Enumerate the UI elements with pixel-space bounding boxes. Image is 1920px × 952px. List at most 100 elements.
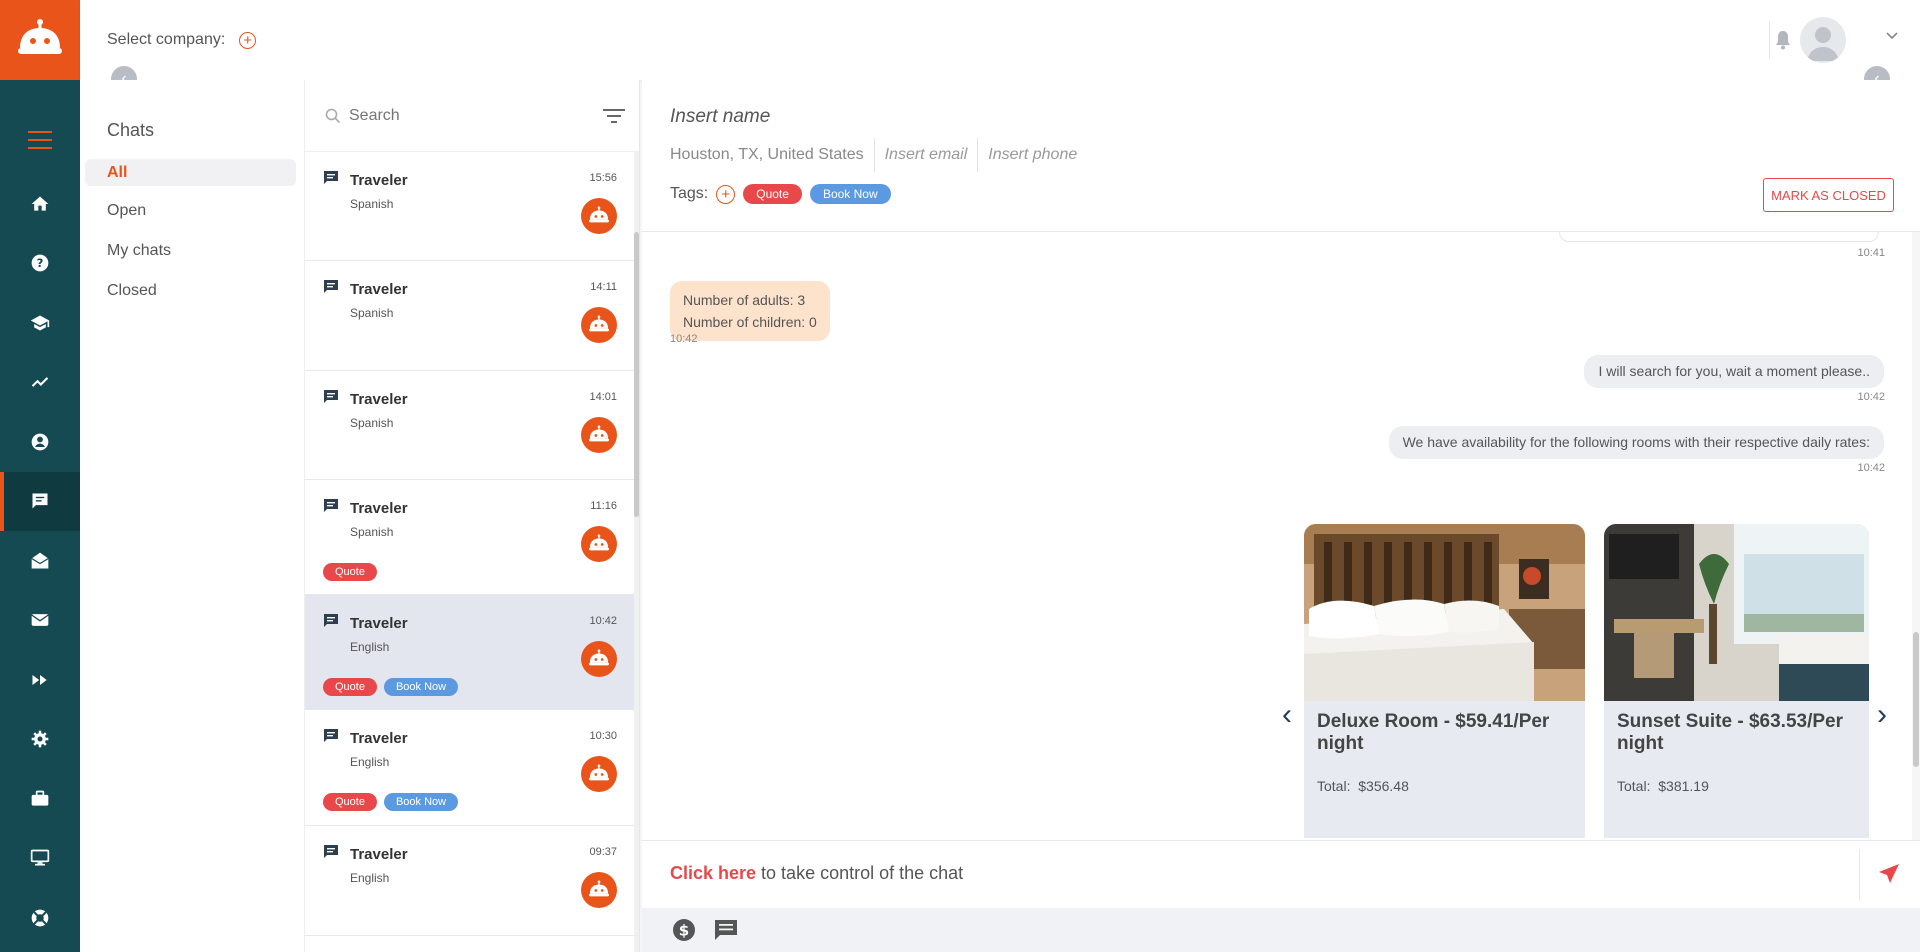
nav-account[interactable] xyxy=(0,412,80,472)
list-scrollbar[interactable] xyxy=(634,152,639,952)
contact-info: Insert name Houston, TX, United States I… xyxy=(642,80,1920,232)
filter-all[interactable]: All xyxy=(85,159,296,186)
svg-text:$: $ xyxy=(679,922,689,940)
send-icon[interactable] xyxy=(1878,863,1900,885)
contact-name-field[interactable]: Insert name xyxy=(670,106,770,128)
hamburger-icon xyxy=(28,131,52,149)
nav-mail[interactable] xyxy=(0,591,80,651)
conversation-item[interactable]: Traveler English 10:42 Quote Book Now xyxy=(305,595,635,710)
conversation-tags: Quote xyxy=(323,563,377,581)
composer-toolbar: $ xyxy=(642,908,1920,952)
graduation-cap-icon xyxy=(30,315,50,331)
conversation-item[interactable]: Traveler Spanish 14:01 xyxy=(305,371,635,480)
chat-filters-panel: Chats All Open My chats Closed xyxy=(80,80,305,952)
chat-bubble-icon xyxy=(324,390,338,403)
take-control-text: to take control of the chat xyxy=(756,863,964,883)
settings-icon xyxy=(31,730,49,748)
thread-scrollbar[interactable] xyxy=(1912,232,1920,840)
analytics-icon xyxy=(31,377,49,388)
carousel-next-icon[interactable]: › xyxy=(1877,700,1887,730)
list-scrollbar-thumb[interactable] xyxy=(634,232,639,517)
dollar-icon[interactable]: $ xyxy=(672,918,696,942)
help-icon: ? xyxy=(31,254,49,272)
thread-scrollbar-thumb[interactable] xyxy=(1913,632,1919,767)
tag-quote[interactable]: Quote xyxy=(743,184,802,204)
nav-inbox[interactable] xyxy=(0,531,80,591)
user-avatar[interactable] xyxy=(1800,17,1846,63)
message-timestamp: 10:42 xyxy=(1857,391,1885,403)
nav-analytics[interactable] xyxy=(0,353,80,413)
incoming-message: Number of adults: 3 Number of children: … xyxy=(670,281,830,341)
conversation-name: Traveler xyxy=(350,615,408,632)
conversation-language: Spanish xyxy=(350,525,394,539)
chat-panel: Insert name Houston, TX, United States I… xyxy=(642,80,1920,952)
conversation-name: Traveler xyxy=(350,281,408,298)
mail-icon xyxy=(31,614,49,627)
nav-web[interactable] xyxy=(0,829,80,889)
menu-toggle[interactable] xyxy=(0,106,80,174)
chat-bubble-icon xyxy=(324,614,338,627)
room-card[interactable]: Sunset Suite - $63.53/Per night Total: $… xyxy=(1604,524,1869,838)
nav-help[interactable]: ? xyxy=(0,234,80,294)
chat-bubble-icon xyxy=(324,280,338,293)
conversation-time: 10:42 xyxy=(589,615,617,627)
add-tag-icon[interactable]: + xyxy=(716,184,736,204)
select-company-label: Select company: xyxy=(107,31,226,48)
bot-icon xyxy=(589,315,609,332)
nav-automation[interactable] xyxy=(0,650,80,710)
take-control-link[interactable]: Click here xyxy=(670,863,756,883)
nav-home[interactable] xyxy=(0,174,80,234)
tag-book-now[interactable]: Book Now xyxy=(809,184,891,204)
notifications-bell-icon[interactable] xyxy=(1774,30,1792,50)
nav-training[interactable] xyxy=(0,293,80,353)
conversation-time: 10:30 xyxy=(589,730,617,742)
bot-logo[interactable] xyxy=(0,0,80,80)
chevron-down-icon[interactable] xyxy=(1886,32,1898,40)
room-total: Total: $381.19 xyxy=(1617,778,1709,794)
filter-open[interactable]: Open xyxy=(107,202,146,220)
nav-settings[interactable] xyxy=(0,710,80,770)
conversation-item[interactable]: Traveler English 09:37 xyxy=(305,826,635,936)
conversation-item[interactable]: Traveler Spanish 15:56 xyxy=(305,152,635,261)
filter-my-chats[interactable]: My chats xyxy=(107,242,171,260)
filter-icon[interactable] xyxy=(603,108,625,124)
nav-business[interactable] xyxy=(0,769,80,829)
tag-book-now: Book Now xyxy=(383,678,459,696)
chat-bubble-icon xyxy=(324,845,338,858)
conversation-name: Traveler xyxy=(350,172,408,189)
conversation-tags: Quote Book Now xyxy=(323,793,459,811)
contact-email-field[interactable]: Insert email xyxy=(885,146,968,164)
carousel-prev-icon[interactable]: ‹ xyxy=(1282,700,1292,730)
contact-phone-field[interactable]: Insert phone xyxy=(988,146,1077,164)
add-company-icon[interactable]: + xyxy=(239,31,257,49)
search-input[interactable] xyxy=(349,106,569,125)
tags-label: Tags: xyxy=(670,185,709,202)
nav-chats[interactable] xyxy=(0,471,80,531)
message-timestamp: 10:42 xyxy=(670,333,698,345)
tag-quote: Quote xyxy=(323,793,377,811)
conversation-language: English xyxy=(350,755,390,769)
mark-as-closed-button[interactable]: MARK AS CLOSED xyxy=(1763,178,1894,212)
conversation-language: Spanish xyxy=(350,306,394,320)
room-card[interactable]: Deluxe Room - $59.41/Per night Total: $3… xyxy=(1304,524,1585,838)
bot-avatar xyxy=(581,872,617,908)
conversation-item[interactable]: Traveler English 10:30 Quote Book Now xyxy=(305,710,635,826)
room-photo-deluxe xyxy=(1304,524,1585,701)
message-timestamp: 10:41 xyxy=(1857,247,1885,259)
nav-support[interactable] xyxy=(0,888,80,948)
conversation-language: English xyxy=(350,871,390,885)
room-title: Sunset Suite - $63.53/Per night xyxy=(1617,711,1843,754)
left-nav-rail: ? xyxy=(0,0,80,952)
contact-details-row: Houston, TX, United States Insert email … xyxy=(670,138,1077,172)
conversation-item[interactable]: Traveler Spanish 14:11 xyxy=(305,261,635,371)
bot-avatar xyxy=(581,641,617,677)
comment-icon[interactable] xyxy=(714,919,738,941)
room-total: Total: $356.48 xyxy=(1317,778,1409,794)
conversation-name: Traveler xyxy=(350,391,408,408)
app: ? Select company: + ‹ ‹ Chats All Open M… xyxy=(0,0,1920,952)
contact-tags-row: Tags: + Quote Book Now xyxy=(670,184,891,204)
filter-closed[interactable]: Closed xyxy=(107,282,157,300)
conversation-list: Traveler Spanish 15:56 Traveler Spanish … xyxy=(305,80,640,952)
conversation-tags: Quote Book Now xyxy=(323,678,459,696)
conversation-item[interactable]: Traveler Spanish 11:16 Quote xyxy=(305,480,635,595)
